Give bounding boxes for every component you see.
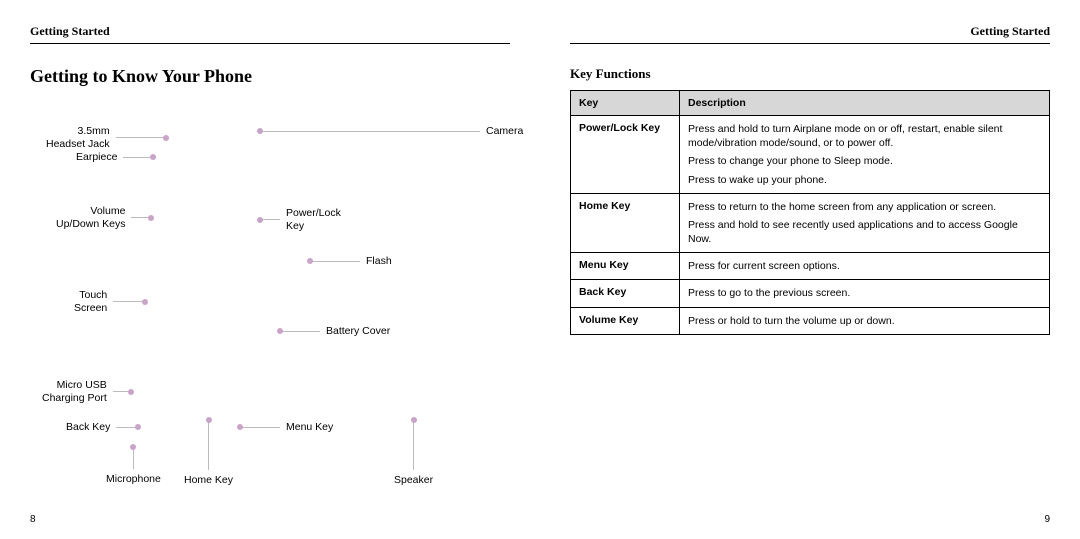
right-title: Key Functions	[570, 66, 1050, 82]
desc-line: Press and hold to turn Airplane mode on …	[688, 122, 1041, 150]
callout-volume-keys: Volume Up/Down Keys	[50, 205, 151, 230]
left-section-header: Getting Started	[30, 24, 510, 44]
desc-line: Press for current screen options.	[688, 259, 1041, 273]
key-cell: Back Key	[571, 280, 680, 307]
right-page-number: 9	[1044, 514, 1050, 525]
callout-speaker: Speaker	[388, 420, 439, 487]
callout-headset-jack: 3.5mm Headset Jack	[40, 125, 166, 150]
table-row: Power/Lock Key Press and hold to turn Air…	[571, 116, 1050, 194]
callout-touch-screen: Touch Screen	[68, 289, 145, 314]
key-cell: Volume Key	[571, 307, 680, 334]
desc-line: Press to change your phone to Sleep mode…	[688, 154, 1041, 168]
key-cell: Power/Lock Key	[571, 116, 680, 194]
callout-power-lock: Power/Lock Key	[260, 207, 347, 232]
desc-cell: Press to go to the previous screen.	[680, 280, 1050, 307]
desc-line: Press to return to the home screen from …	[688, 200, 1041, 214]
table-row: Home Key Press to return to the home scre…	[571, 193, 1050, 253]
desc-line: Press to go to the previous screen.	[688, 286, 1041, 300]
th-desc: Description	[680, 91, 1050, 116]
right-section-header: Getting Started	[570, 24, 1050, 44]
desc-line: Press and hold to see recently used appl…	[688, 218, 1041, 246]
desc-line: Press or hold to turn the volume up or d…	[688, 314, 1041, 328]
callout-menu-key: Menu Key	[240, 421, 339, 434]
left-title: Getting to Know Your Phone	[30, 66, 510, 87]
callout-back-key: Back Key	[60, 421, 138, 434]
key-cell: Menu Key	[571, 253, 680, 280]
desc-cell: Press and hold to turn Airplane mode on …	[680, 116, 1050, 194]
left-page: Getting Started Getting to Know Your Pho…	[0, 0, 540, 539]
callout-battery-cover: Battery Cover	[280, 325, 396, 338]
key-cell: Home Key	[571, 193, 680, 253]
desc-cell: Press or hold to turn the volume up or d…	[680, 307, 1050, 334]
desc-line: Press to wake up your phone.	[688, 173, 1041, 187]
left-page-number: 8	[30, 514, 36, 525]
callout-earpiece: Earpiece	[70, 151, 153, 164]
right-page: Getting Started Key Functions Key Descri…	[540, 0, 1080, 539]
callout-flash: Flash	[310, 255, 398, 268]
table-row: Menu Key Press for current screen options…	[571, 253, 1050, 280]
table-row: Volume Key Press or hold to turn the volu…	[571, 307, 1050, 334]
desc-cell: Press for current screen options.	[680, 253, 1050, 280]
key-functions-table: Key Description Power/Lock Key Press and …	[570, 90, 1050, 335]
callout-microphone: Microphone	[100, 447, 167, 486]
phone-diagram: 3.5mm Headset Jack Earpiece Volume Up/Do…	[30, 87, 510, 497]
desc-cell: Press to return to the home screen from …	[680, 193, 1050, 253]
callout-camera: Camera	[260, 125, 529, 138]
callout-micro-usb: Micro USB Charging Port	[36, 379, 131, 404]
table-row: Back Key Press to go to the previous scre…	[571, 280, 1050, 307]
callout-home-key: Home Key	[178, 420, 239, 487]
th-key: Key	[571, 91, 680, 116]
